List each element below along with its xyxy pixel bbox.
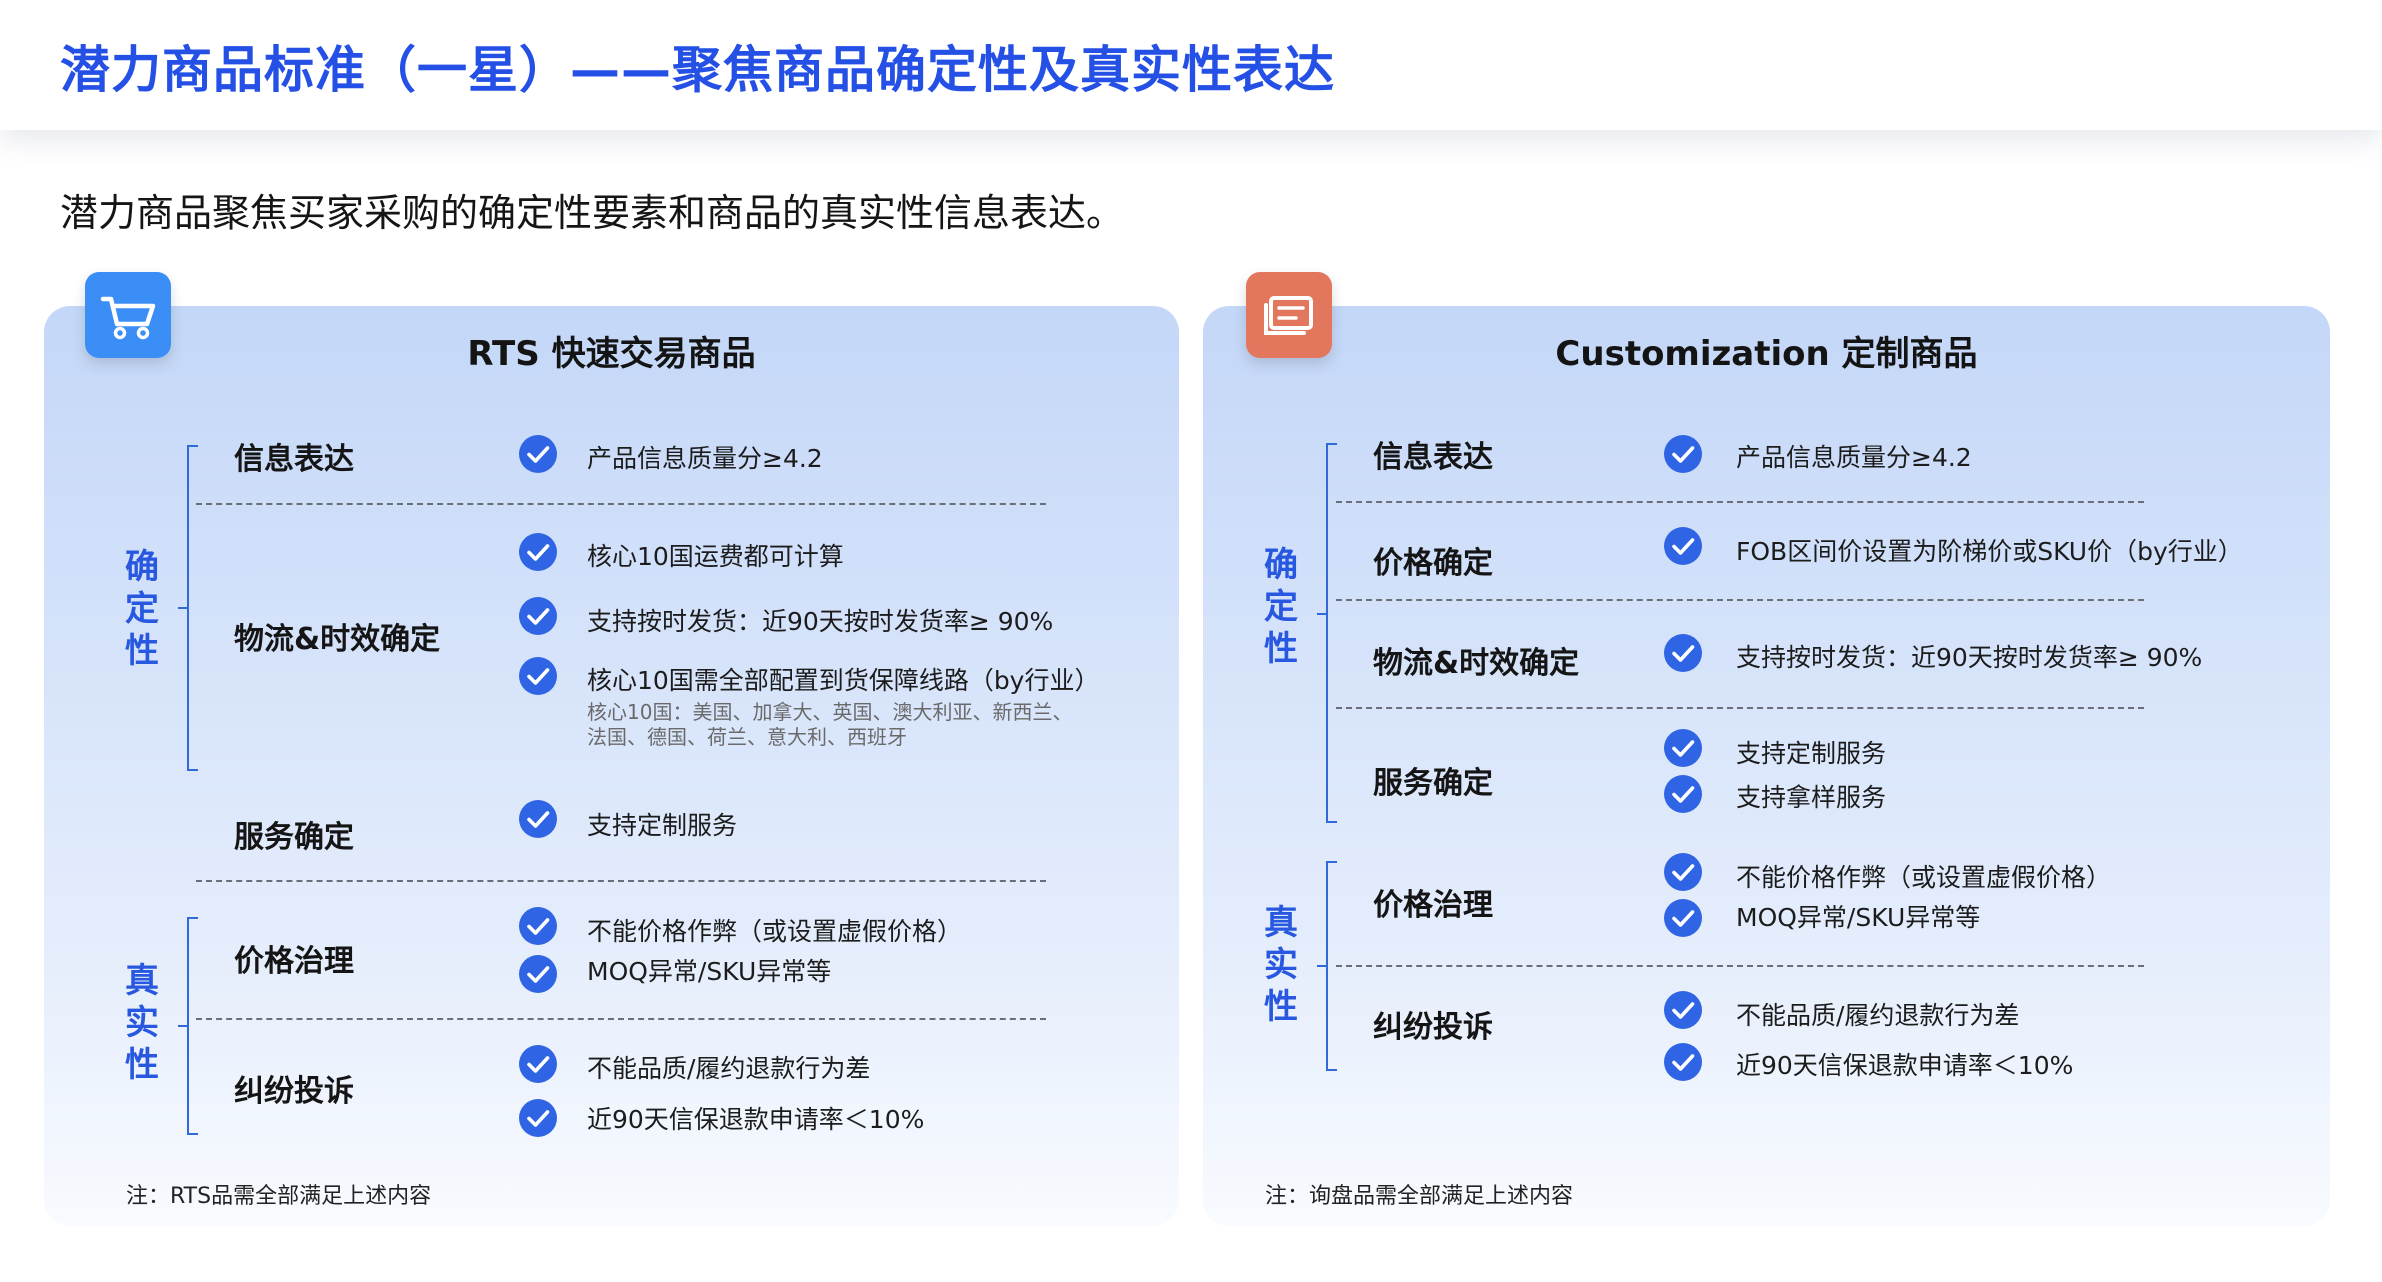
row-label-dispute: 纠纷投诉 — [1373, 1010, 1493, 1045]
rts-panel: RTS 快速交易商品 确定性 真实性 信息表达 产品信息质量分≥4.2 物流&时… — [44, 306, 1179, 1226]
customization-panel-title: Customization 定制商品 — [1555, 334, 1978, 374]
check-icon — [1663, 526, 1703, 566]
check-icon — [1663, 852, 1703, 892]
category-certainty: 确定性 — [1264, 545, 1298, 669]
rts-panel-title: RTS 快速交易商品 — [467, 334, 756, 374]
row-label-info: 信息表达 — [234, 442, 354, 477]
criterion-text: 产品信息质量分≥4.2 — [1736, 443, 1972, 472]
check-icon — [1663, 1042, 1703, 1082]
row-label-price-governance: 价格治理 — [234, 944, 354, 979]
check-icon — [1663, 898, 1703, 938]
criterion-text: MOQ异常/SKU异常等 — [1736, 903, 1981, 932]
row-label-price: 价格确定 — [1373, 546, 1493, 581]
check-icon — [518, 532, 558, 572]
row-label-service: 服务确定 — [234, 820, 354, 855]
page-subtitle: 潜力商品聚焦买家采购的确定性要素和商品的真实性信息表达。 — [60, 191, 1125, 235]
check-icon — [518, 906, 558, 946]
check-icon — [1663, 728, 1703, 768]
check-icon — [1663, 990, 1703, 1030]
row-divider — [196, 880, 1046, 882]
bracket-authenticity — [178, 917, 198, 1135]
criterion-text: 不能价格作弊（或设置虚假价格） — [1736, 863, 2112, 892]
country-note: 核心10国：美国、加拿大、英国、澳大利亚、新西兰、 法国、德国、荷兰、意大利、西… — [587, 700, 1073, 749]
criterion-text: 支持定制服务 — [1736, 739, 1887, 768]
check-icon — [518, 656, 558, 696]
check-icon — [518, 1098, 558, 1138]
row-label-info: 信息表达 — [1373, 440, 1493, 475]
criterion-text: 近90天信保退款申请率＜10% — [1736, 1051, 2074, 1080]
criterion-text: 支持按时发货：近90天按时发货率≥ 90% — [587, 607, 1054, 636]
check-icon — [518, 954, 558, 994]
check-icon — [1663, 774, 1703, 814]
criterion-text: 不能价格作弊（或设置虚假价格） — [587, 917, 963, 946]
criterion-text: 核心10国运费都可计算 — [587, 542, 844, 571]
row-label-dispute: 纠纷投诉 — [234, 1074, 354, 1109]
row-divider — [1336, 707, 2144, 709]
category-authenticity: 真实性 — [1264, 903, 1298, 1027]
criterion-text: MOQ异常/SKU异常等 — [587, 957, 832, 986]
bracket-authenticity — [1317, 861, 1337, 1071]
category-certainty: 确定性 — [125, 547, 159, 671]
bracket-certainty — [1317, 443, 1337, 823]
customization-panel: Customization 定制商品 确定性 真实性 信息表达 产品信息质量分≥… — [1203, 306, 2330, 1226]
header-bar: 潜力商品标准（一星）——聚焦商品确定性及真实性表达 — [0, 0, 2382, 130]
criterion-text: 支持按时发货：近90天按时发货率≥ 90% — [1736, 643, 2203, 672]
check-icon — [1663, 434, 1703, 474]
row-divider — [1336, 501, 2144, 503]
criterion-text: 不能品质/履约退款行为差 — [587, 1054, 871, 1083]
row-label-logistics: 物流&时效确定 — [234, 622, 441, 657]
check-icon — [518, 1044, 558, 1084]
check-icon — [518, 799, 558, 839]
row-divider — [1336, 599, 2144, 601]
page-title: 潜力商品标准（一星）——聚焦商品确定性及真实性表达 — [60, 41, 1335, 99]
criterion-text: 支持拿样服务 — [1736, 783, 1887, 812]
criterion-text: FOB区间价设置为阶梯价或SKU价（by行业） — [1736, 537, 2243, 566]
shopping-cart-icon — [85, 272, 171, 358]
bracket-certainty — [178, 445, 198, 771]
criterion-text: 近90天信保退款申请率＜10% — [587, 1105, 925, 1134]
check-icon — [518, 434, 558, 474]
row-label-price-governance: 价格治理 — [1373, 888, 1493, 923]
customization-footnote: 注：询盘品需全部满足上述内容 — [1265, 1184, 1574, 1209]
criterion-text: 产品信息质量分≥4.2 — [587, 444, 823, 473]
check-icon — [1663, 633, 1703, 673]
criterion-text: 支持定制服务 — [587, 811, 738, 840]
criterion-text: 核心10国需全部配置到货保障线路（by行业） — [587, 666, 1100, 695]
category-authenticity: 真实性 — [125, 961, 159, 1085]
row-divider — [196, 1018, 1046, 1020]
row-divider — [196, 503, 1046, 505]
rts-footnote: 注：RTS品需全部满足上述内容 — [126, 1184, 432, 1209]
row-label-logistics: 物流&时效确定 — [1373, 646, 1580, 681]
criterion-text: 不能品质/履约退款行为差 — [1736, 1001, 2020, 1030]
row-label-service: 服务确定 — [1373, 766, 1493, 801]
document-list-icon — [1246, 272, 1332, 358]
check-icon — [518, 596, 558, 636]
row-divider — [1336, 965, 2144, 967]
